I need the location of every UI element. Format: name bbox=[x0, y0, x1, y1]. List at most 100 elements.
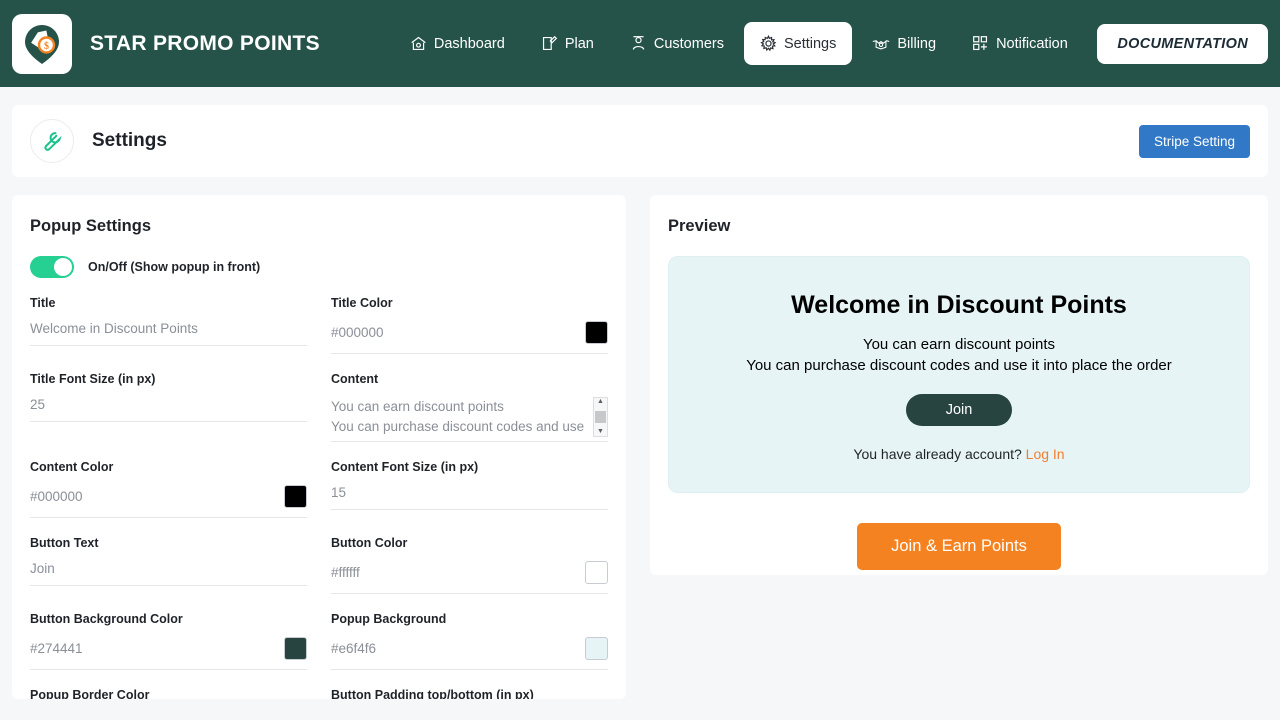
page-body: Settings Stripe Setting Popup Settings O… bbox=[0, 105, 1280, 699]
popup-onoff-row: On/Off (Show popup in front) bbox=[30, 256, 608, 278]
nav-item-settings[interactable]: Settings bbox=[743, 22, 853, 65]
nav-item-billing[interactable]: Billing bbox=[856, 23, 952, 65]
notification-grid-icon bbox=[972, 35, 989, 52]
scroll-down-icon[interactable]: ▼ bbox=[597, 428, 604, 436]
preview-content-line-1: You can earn discount points bbox=[862, 336, 1056, 353]
preview-card: Preview Welcome in Discount Points You c… bbox=[650, 195, 1268, 575]
field-value: 15 bbox=[331, 485, 347, 500]
field-content-font-size: Content Font Size (in px) 15 bbox=[331, 460, 608, 536]
nav-item-customers[interactable]: Customers bbox=[614, 22, 740, 65]
popup-settings-heading: Popup Settings bbox=[30, 217, 151, 235]
content-font-size-input[interactable]: 15 bbox=[331, 485, 608, 510]
field-content-color: Content Color #000000 bbox=[30, 460, 307, 536]
field-content: Content You can earn discount points You … bbox=[331, 372, 608, 460]
gear-icon bbox=[760, 35, 777, 52]
stripe-setting-button[interactable]: Stripe Setting bbox=[1138, 124, 1250, 158]
nav-item-plan[interactable]: Plan bbox=[525, 22, 610, 65]
field-value: #000000 bbox=[30, 489, 83, 504]
customers-icon bbox=[630, 35, 647, 52]
app-logo[interactable]: $ bbox=[12, 13, 72, 74]
content-columns: Popup Settings On/Off (Show popup in fro… bbox=[12, 195, 1268, 699]
dashboard-icon bbox=[410, 35, 427, 52]
field-label: Button Padding top/bottom (in px) bbox=[331, 688, 534, 699]
preview-footer: You have already account? Log In bbox=[689, 446, 1229, 462]
main-nav: Dashboard Plan Customers Settings Billin… bbox=[380, 22, 1084, 65]
field-title: Title Welcome in Discount Points bbox=[30, 296, 307, 372]
field-label: Title Color bbox=[331, 296, 393, 310]
button-text-input[interactable]: Join bbox=[30, 561, 307, 586]
field-button-color: Button Color #ffffff bbox=[331, 536, 608, 612]
field-title-color: Title Color #000000 bbox=[331, 296, 608, 372]
field-value: Join bbox=[30, 561, 55, 576]
popup-settings-card: Popup Settings On/Off (Show popup in fro… bbox=[12, 195, 626, 699]
preview-footer-text: You have already account? bbox=[853, 446, 1022, 462]
field-popup-border-color: Popup Border Color #e6f4f6 bbox=[30, 688, 307, 699]
price-tag-pin-logo-icon: $ bbox=[25, 24, 59, 64]
content-textarea[interactable]: You can earn discount points You can purc… bbox=[331, 397, 608, 442]
page-title: Settings bbox=[92, 130, 167, 151]
field-label: Content Font Size (in px) bbox=[331, 460, 479, 474]
field-label: Popup Border Color bbox=[30, 688, 150, 699]
preview-popup-title: Welcome in Discount Points bbox=[791, 291, 1127, 319]
content-color-swatch[interactable] bbox=[284, 485, 307, 508]
field-title-font-size: Title Font Size (in px) 25 bbox=[30, 372, 307, 460]
field-value: #ffffff bbox=[331, 565, 360, 580]
billing-handshake-icon bbox=[872, 36, 890, 52]
top-navigation-bar: $ STAR PROMO POINTS Dashboard Plan Custo… bbox=[0, 0, 1280, 87]
title-font-size-input[interactable]: 25 bbox=[30, 397, 307, 422]
field-value: #274441 bbox=[30, 641, 83, 656]
popup-background-input[interactable]: #e6f4f6 bbox=[331, 637, 608, 670]
settings-header-bar: Settings Stripe Setting bbox=[12, 105, 1268, 177]
popup-settings-fields: Title Welcome in Discount Points Title C… bbox=[30, 296, 608, 699]
nav-item-notification[interactable]: Notification bbox=[956, 22, 1084, 65]
preview-heading: Preview bbox=[668, 217, 731, 235]
nav-label: Dashboard bbox=[433, 35, 505, 52]
field-label: Button Background Color bbox=[30, 612, 183, 626]
svg-text:$: $ bbox=[44, 41, 49, 52]
field-value: 25 bbox=[30, 397, 46, 412]
nav-label: Notification bbox=[996, 35, 1068, 52]
content-textarea-scrollbar[interactable]: ▲ ▼ bbox=[593, 397, 608, 437]
documentation-button[interactable]: DOCUMENTATION bbox=[1097, 23, 1268, 64]
nav-label: Customers bbox=[653, 35, 724, 52]
field-value: Welcome in Discount Points bbox=[30, 321, 198, 336]
title-input[interactable]: Welcome in Discount Points bbox=[30, 321, 307, 346]
popup-onoff-toggle[interactable] bbox=[30, 256, 74, 278]
button-color-input[interactable]: #ffffff bbox=[331, 561, 608, 594]
preview-content-line-2: You can purchase discount codes and use … bbox=[746, 357, 1172, 374]
preview-join-button[interactable]: Join bbox=[905, 394, 1013, 426]
field-label: Title Font Size (in px) bbox=[30, 372, 156, 386]
button-bg-color-input[interactable]: #274441 bbox=[30, 637, 307, 670]
wrench-icon bbox=[44, 132, 62, 151]
preview-popup: Welcome in Discount Points You can earn … bbox=[668, 256, 1250, 493]
wrench-icon-circle bbox=[30, 119, 74, 163]
field-button-text: Button Text Join bbox=[30, 536, 307, 612]
scroll-thumb[interactable] bbox=[595, 411, 606, 423]
content-textarea-value: You can earn discount points You can purc… bbox=[331, 399, 585, 434]
title-color-input[interactable]: #000000 bbox=[331, 321, 608, 354]
field-label: Content bbox=[331, 372, 379, 386]
nav-label: Billing bbox=[897, 35, 937, 52]
field-button-padding-tb: Button Padding top/bottom (in px) 8 bbox=[331, 688, 608, 699]
field-value: #000000 bbox=[331, 325, 384, 340]
preview-popup-content: You can earn discount points You can pur… bbox=[689, 334, 1229, 376]
preview-cta-wrap: Join & Earn Points bbox=[668, 523, 1250, 570]
field-label: Button Color bbox=[331, 536, 408, 550]
scroll-up-icon[interactable]: ▲ bbox=[597, 398, 604, 406]
content-color-input[interactable]: #000000 bbox=[30, 485, 307, 518]
field-label: Content Color bbox=[30, 460, 114, 474]
field-value: #e6f4f6 bbox=[331, 641, 377, 656]
nav-item-dashboard[interactable]: Dashboard bbox=[394, 22, 521, 65]
field-label: Button Text bbox=[30, 536, 99, 550]
brand-name: STAR PROMO POINTS bbox=[90, 31, 320, 55]
plan-edit-icon bbox=[541, 35, 558, 52]
title-color-swatch[interactable] bbox=[585, 321, 608, 344]
field-button-bg-color: Button Background Color #274441 bbox=[30, 612, 307, 688]
field-popup-background: Popup Background #e6f4f6 bbox=[331, 612, 608, 688]
button-color-swatch[interactable] bbox=[585, 561, 608, 584]
popup-background-swatch[interactable] bbox=[585, 637, 608, 660]
preview-login-link[interactable]: Log In bbox=[1026, 446, 1065, 462]
join-and-earn-points-button[interactable]: Join & Earn Points bbox=[857, 523, 1061, 570]
button-bg-color-swatch[interactable] bbox=[284, 637, 307, 660]
field-label: Popup Background bbox=[331, 612, 447, 626]
